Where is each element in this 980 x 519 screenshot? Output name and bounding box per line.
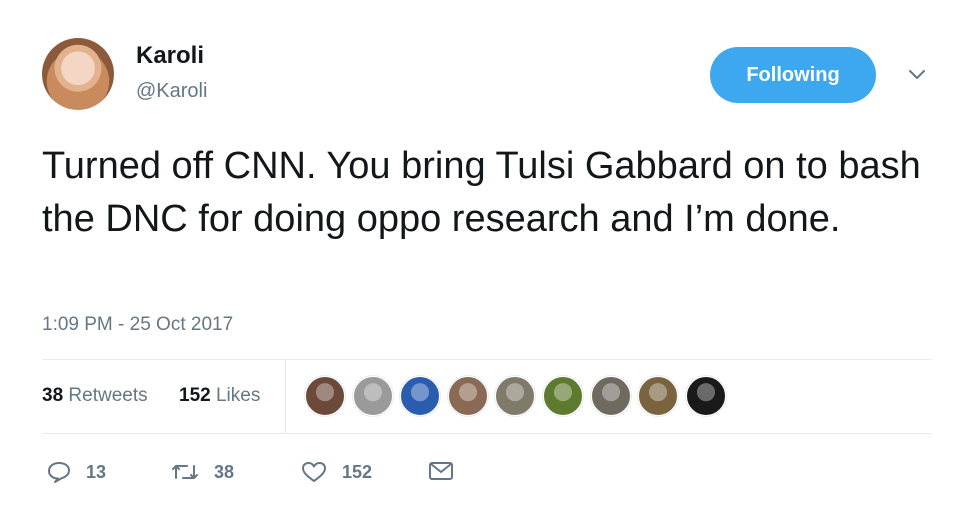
retweet-icon	[172, 465, 198, 479]
liker-avatar[interactable]	[352, 376, 393, 416]
user-name[interactable]: Karoli	[136, 42, 204, 70]
likes-stat[interactable]: 152 Likes	[179, 385, 260, 407]
liker-avatar[interactable]	[400, 376, 441, 416]
retweets-label: Retweets	[68, 385, 148, 406]
liker-avatar[interactable]	[590, 376, 631, 416]
liker-avatar[interactable]	[305, 376, 345, 416]
liker-avatar[interactable]	[542, 376, 583, 416]
divider	[42, 359, 932, 360]
likes-label: Likes	[215, 385, 261, 406]
likers-avatars	[305, 376, 733, 416]
heart-icon	[302, 462, 326, 482]
tweet-text: Turned off CNN. You bring Tulsi Gabbard …	[42, 145, 921, 240]
direct-message-button[interactable]	[428, 460, 454, 482]
like-button[interactable]: 152	[300, 460, 372, 484]
retweet-button[interactable]: 38	[170, 460, 234, 484]
message-icon	[429, 462, 453, 480]
reply-icon	[48, 462, 70, 483]
divider	[42, 433, 932, 434]
avatar[interactable]	[42, 38, 114, 110]
retweet-count: 38	[214, 461, 235, 482]
liker-avatar[interactable]	[495, 376, 536, 416]
liker-avatar[interactable]	[685, 376, 726, 416]
retweets-count: 38	[42, 385, 64, 406]
like-count: 152	[342, 461, 373, 482]
reply-button[interactable]: 13	[46, 460, 106, 484]
retweets-stat[interactable]: 38 Retweets	[42, 385, 148, 407]
tweet-timestamp[interactable]: 1:09 PM - 25 Oct 2017	[42, 314, 233, 336]
user-handle[interactable]: @Karoli	[136, 80, 207, 103]
chevron-down-icon[interactable]	[906, 63, 928, 85]
liker-avatar[interactable]	[638, 376, 679, 416]
liker-avatar[interactable]	[447, 376, 488, 416]
vertical-divider	[285, 360, 286, 434]
following-button[interactable]: Following	[710, 47, 876, 103]
likes-count: 152	[179, 385, 211, 406]
reply-count: 13	[86, 461, 107, 482]
